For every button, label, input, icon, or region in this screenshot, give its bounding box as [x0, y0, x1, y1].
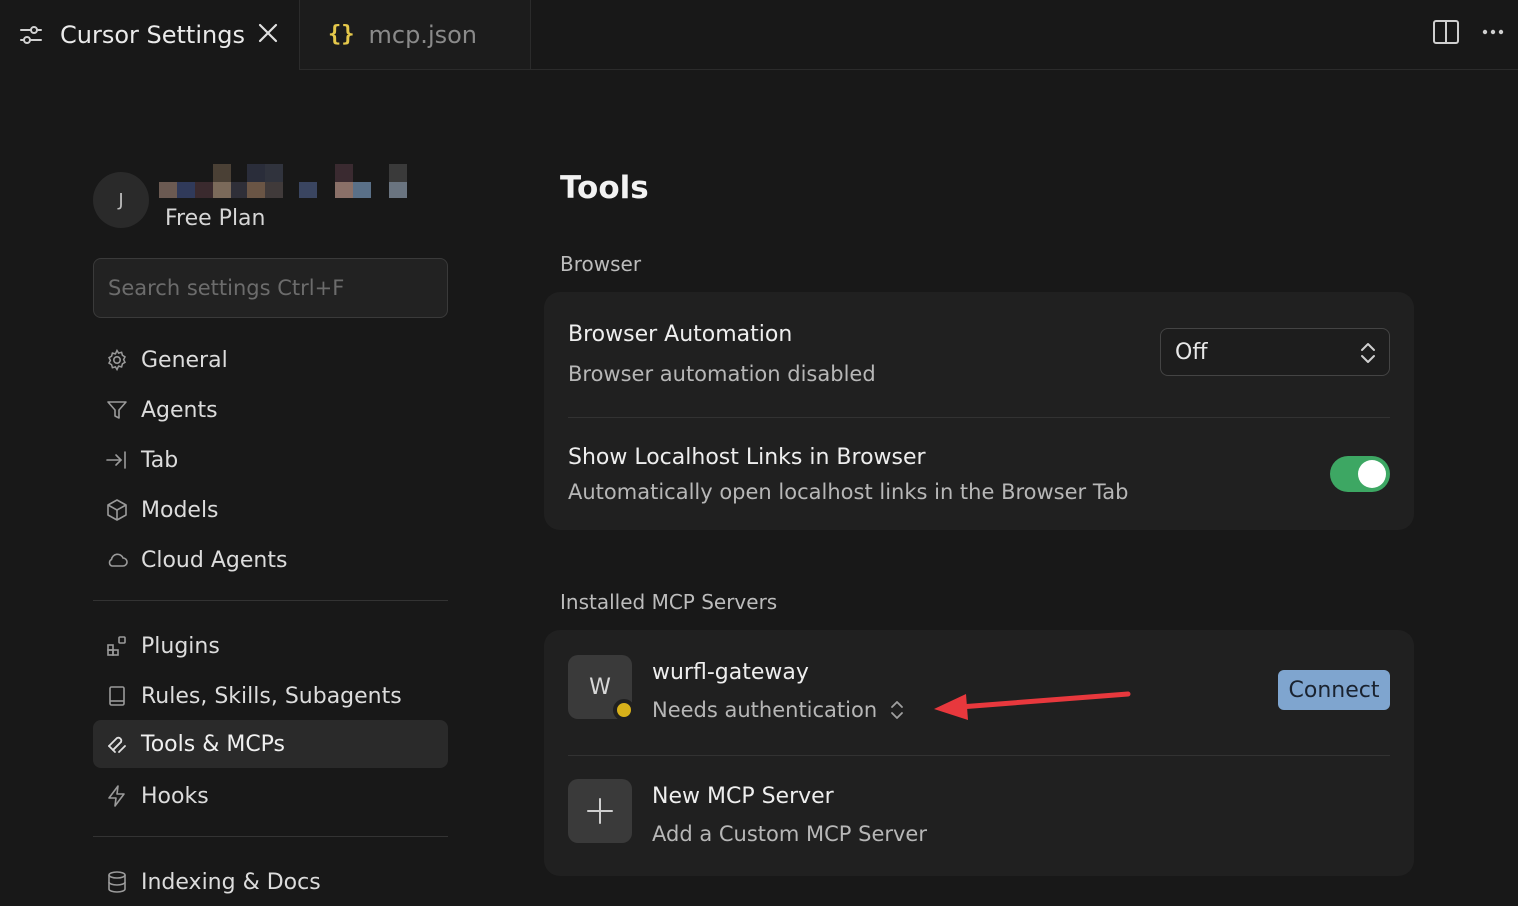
chevron-up-down-icon — [891, 701, 904, 719]
mcp-servers-card: W wurfl-gateway Needs authentication Con… — [544, 630, 1414, 876]
sidebar-item-general[interactable]: General — [93, 336, 448, 384]
annotation-arrow — [934, 691, 1131, 720]
localhost-links-title: Show Localhost Links in Browser — [568, 445, 926, 470]
editor-tab-bar: Cursor Settings {} mcp.json — [0, 0, 1518, 70]
close-icon[interactable] — [257, 22, 279, 44]
sidebar-item-label: Tab — [141, 447, 179, 473]
connect-button[interactable]: Connect — [1278, 670, 1390, 710]
plus-icon — [587, 798, 613, 824]
sidebar-item-rules[interactable]: Rules, Skills, Subagents — [93, 672, 448, 720]
cube-icon — [107, 499, 127, 521]
server-status: Needs authentication — [652, 698, 878, 722]
sidebar-divider — [93, 836, 448, 837]
localhost-links-desc: Automatically open localhost links in th… — [568, 480, 1129, 504]
tab-label: mcp.json — [368, 20, 478, 49]
sidebar-item-label: Cloud Agents — [141, 547, 288, 573]
sidebar-divider — [93, 600, 448, 601]
cloud-icon — [108, 553, 128, 567]
tab-label: Cursor Settings — [60, 21, 245, 49]
sidebar-item-hooks[interactable]: Hooks — [93, 772, 448, 820]
localhost-links-toggle[interactable] — [1330, 456, 1390, 492]
tab-cursor-settings[interactable]: Cursor Settings — [0, 0, 300, 70]
tools-icon — [108, 736, 126, 753]
search-input[interactable] — [93, 258, 448, 318]
book-icon — [109, 686, 125, 706]
toggle-knob — [1358, 460, 1386, 488]
add-server-button[interactable] — [568, 779, 632, 843]
sidebar-item-label: Tools & MCPs — [141, 731, 286, 757]
new-server-desc: Add a Custom MCP Server — [652, 822, 927, 846]
section-label-browser: Browser — [560, 252, 642, 276]
plugins-icon — [107, 636, 126, 656]
sidebar-item-label: Hooks — [141, 783, 209, 809]
arrow-right-to-line-icon — [106, 451, 126, 469]
tab-mcp-json[interactable]: {} mcp.json — [300, 0, 531, 70]
database-icon — [108, 871, 126, 893]
redacted-username — [159, 162, 439, 198]
sidebar-item-models[interactable]: Models — [93, 486, 448, 534]
sliders-icon — [20, 26, 42, 44]
sidebar-item-tab[interactable]: Tab — [93, 436, 448, 484]
funnel-icon — [107, 401, 127, 419]
sidebar-item-label: Indexing & Docs — [141, 869, 321, 895]
page-title: Tools — [560, 170, 649, 206]
sidebar-item-label: Rules, Skills, Subagents — [141, 683, 402, 709]
row-divider — [568, 755, 1390, 756]
browser-automation-desc: Browser automation disabled — [568, 362, 876, 386]
sidebar-item-label: Agents — [141, 397, 218, 423]
browser-settings-card: Browser Automation Browser automation di… — [544, 292, 1414, 530]
sidebar-item-agents[interactable]: Agents — [93, 386, 448, 434]
server-initial: W — [589, 674, 611, 700]
browser-automation-title: Browser Automation — [568, 322, 793, 347]
more-actions-icon[interactable] — [1480, 18, 1508, 46]
new-server-title[interactable]: New MCP Server — [652, 784, 834, 809]
lightning-icon — [108, 785, 125, 807]
sidebar-item-label: Models — [141, 497, 219, 523]
gear-icon — [108, 348, 126, 372]
browser-automation-select[interactable]: Off — [1160, 328, 1390, 376]
sidebar-item-indexing[interactable]: Indexing & Docs — [93, 858, 448, 906]
server-name: wurfl-gateway — [652, 660, 809, 685]
avatar[interactable]: J — [93, 172, 149, 228]
server-status-dropdown[interactable]: Needs authentication — [652, 698, 905, 722]
sidebar-item-tools-mcps[interactable]: Tools & MCPs — [93, 720, 448, 768]
plan-label: Free Plan — [165, 206, 266, 231]
sidebar-item-plugins[interactable]: Plugins — [93, 622, 448, 670]
split-editor-icon[interactable] — [1432, 18, 1460, 46]
chevron-up-down-icon — [1361, 343, 1375, 363]
sidebar-item-label: Plugins — [141, 633, 220, 659]
status-dot — [613, 699, 635, 721]
section-label-mcp: Installed MCP Servers — [560, 590, 778, 614]
sidebar-item-label: General — [141, 347, 228, 373]
braces-icon: {} — [328, 22, 355, 47]
select-value: Off — [1175, 339, 1208, 365]
sidebar-item-cloud-agents[interactable]: Cloud Agents — [93, 536, 448, 584]
row-divider — [568, 417, 1390, 418]
